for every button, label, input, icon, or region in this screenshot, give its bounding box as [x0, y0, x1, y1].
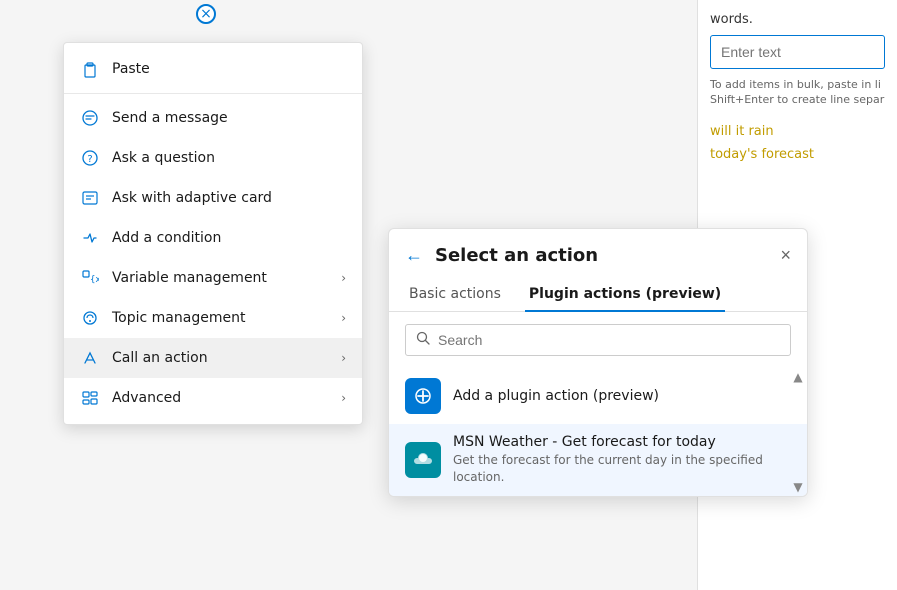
- add-plugin-name: Add a plugin action (preview): [453, 388, 791, 404]
- msn-weather-info: MSN Weather - Get forecast for today Get…: [453, 434, 791, 486]
- condition-icon: [80, 228, 100, 248]
- scroll-up-arrow[interactable]: ▲: [791, 368, 805, 386]
- menu-item-add-condition[interactable]: Add a condition: [64, 218, 362, 258]
- paste-label: Paste: [112, 61, 346, 77]
- ask-question-label: Ask a question: [112, 150, 346, 166]
- svg-text:?: ?: [87, 154, 92, 165]
- hint-text: To add items in bulk, paste in li Shift+…: [710, 77, 885, 108]
- action-list: Add a plugin action (preview) MSN Weathe…: [389, 368, 807, 496]
- call-action-icon: [80, 348, 100, 368]
- tab-plugin-actions[interactable]: Plugin actions (preview): [525, 278, 725, 312]
- weather-action-icon: [405, 442, 441, 478]
- scroll-down-arrow[interactable]: ▼: [791, 478, 805, 496]
- menu-item-ask-adaptive[interactable]: Ask with adaptive card: [64, 178, 362, 218]
- tag-todays-forecast: today's forecast: [710, 147, 885, 162]
- words-label: words.: [710, 12, 885, 27]
- variable-icon: {x}: [80, 268, 100, 288]
- question-icon: ?: [80, 148, 100, 168]
- svg-text:{x}: {x}: [90, 275, 99, 285]
- topic-mgmt-label: Topic management: [112, 310, 329, 326]
- menu-item-variable-mgmt[interactable]: {x} Variable management ›: [64, 258, 362, 298]
- variable-chevron-icon: ›: [341, 271, 346, 285]
- search-input[interactable]: [438, 332, 780, 348]
- advanced-chevron-icon: ›: [341, 391, 346, 405]
- add-condition-label: Add a condition: [112, 230, 346, 246]
- menu-divider-1: [64, 93, 362, 94]
- call-action-chevron-icon: ›: [341, 351, 346, 365]
- call-action-label: Call an action: [112, 350, 329, 366]
- menu-item-topic-mgmt[interactable]: Topic management ›: [64, 298, 362, 338]
- action-item-msn-weather[interactable]: MSN Weather - Get forecast for today Get…: [389, 424, 807, 496]
- menu-item-call-action[interactable]: Call an action ›: [64, 338, 362, 378]
- advanced-icon: [80, 388, 100, 408]
- advanced-label: Advanced: [112, 390, 329, 406]
- action-list-wrapper: Add a plugin action (preview) MSN Weathe…: [389, 368, 807, 496]
- message-icon: [80, 108, 100, 128]
- msn-weather-name: MSN Weather - Get forecast for today: [453, 434, 791, 450]
- tab-basic-actions[interactable]: Basic actions: [405, 278, 505, 312]
- add-plugin-info: Add a plugin action (preview): [453, 388, 791, 404]
- menu-item-paste[interactable]: Paste: [64, 49, 362, 89]
- search-icon: [416, 331, 430, 349]
- action-item-add-plugin[interactable]: Add a plugin action (preview): [389, 368, 807, 424]
- search-box: [405, 324, 791, 356]
- action-panel-close-button[interactable]: ×: [780, 245, 791, 266]
- menu-item-advanced[interactable]: Advanced ›: [64, 378, 362, 418]
- node-close-button[interactable]: [196, 4, 216, 24]
- action-panel-header: ← Select an action ×: [389, 229, 807, 266]
- context-menu: Paste Send a message ? Ask a question: [63, 42, 363, 425]
- action-panel-title: Select an action: [435, 245, 768, 266]
- action-panel-search: [405, 324, 791, 356]
- action-panel: ← Select an action × Basic actions Plugi…: [388, 228, 808, 497]
- ask-adaptive-label: Ask with adaptive card: [112, 190, 346, 206]
- enter-text-input[interactable]: [710, 35, 885, 69]
- menu-item-send-message[interactable]: Send a message: [64, 98, 362, 138]
- send-message-label: Send a message: [112, 110, 346, 126]
- topic-chevron-icon: ›: [341, 311, 346, 325]
- back-button[interactable]: ←: [405, 245, 423, 266]
- plugin-action-icon: [405, 378, 441, 414]
- tag-will-it-rain: will it rain: [710, 124, 885, 139]
- variable-mgmt-label: Variable management: [112, 270, 329, 286]
- topic-icon: [80, 308, 100, 328]
- paste-icon: [80, 59, 100, 79]
- adaptive-card-icon: [80, 188, 100, 208]
- msn-weather-desc: Get the forecast for the current day in …: [453, 452, 791, 486]
- menu-item-ask-question[interactable]: ? Ask a question: [64, 138, 362, 178]
- action-panel-tabs: Basic actions Plugin actions (preview): [389, 278, 807, 312]
